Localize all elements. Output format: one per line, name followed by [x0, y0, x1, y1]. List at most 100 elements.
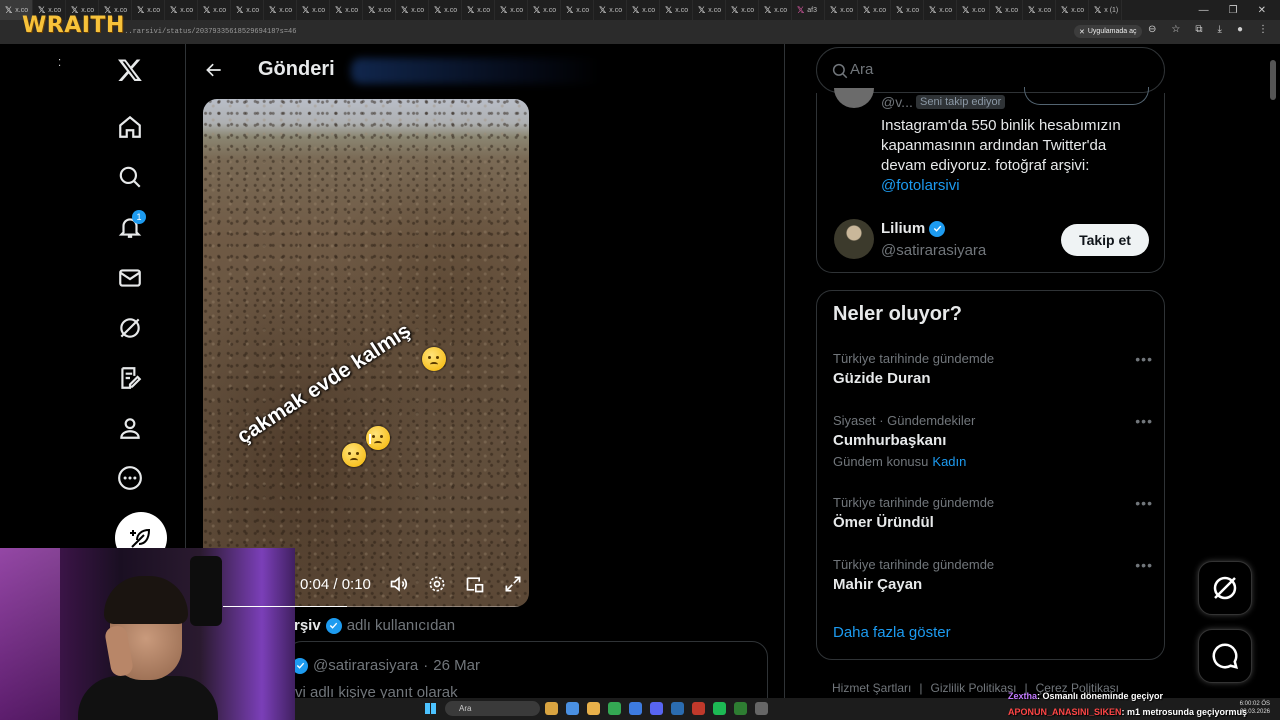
browser-tab[interactable]: 𝕏x.co — [1023, 0, 1056, 20]
browser-tab[interactable]: 𝕏af3 — [792, 0, 825, 20]
browser-tab[interactable]: 𝕏x.co — [132, 0, 165, 20]
browser-tab[interactable]: 𝕏x.co — [561, 0, 594, 20]
trend-item[interactable]: Türkiye tarihinde gündemde Ömer Üründül … — [833, 495, 1153, 531]
taskbar-app-icon[interactable] — [755, 702, 768, 715]
taskbar-app-icon[interactable] — [734, 702, 747, 715]
browser-tab[interactable]: 𝕏x.co — [726, 0, 759, 20]
restore-icon[interactable]: ❐ — [1229, 5, 1238, 16]
bookmark-star-icon[interactable]: ☆ — [1171, 24, 1180, 35]
browser-tab[interactable]: 𝕏x.co — [165, 0, 198, 20]
browser-tab[interactable]: 𝕏x.co — [264, 0, 297, 20]
open-in-app-button[interactable]: ✕ Uygulamada aç — [1074, 25, 1142, 38]
browser-tab[interactable]: 𝕏x.co — [660, 0, 693, 20]
zoom-icon[interactable]: ⊖ — [1148, 24, 1156, 35]
browser-tab[interactable]: 𝕏x.co — [594, 0, 627, 20]
browser-tab[interactable]: 𝕏x.co — [924, 0, 957, 20]
video-player[interactable]: çakmak evde kalmış — [203, 99, 529, 607]
footer-link[interactable]: Hizmet Şartları — [832, 681, 911, 695]
search-icon[interactable] — [117, 164, 143, 190]
mail-icon[interactable] — [117, 265, 143, 291]
menu-icon[interactable]: ⋮ — [1258, 24, 1268, 35]
browser-tab[interactable]: 𝕏x.co — [759, 0, 792, 20]
minimize-icon[interactable]: — — [1199, 5, 1209, 16]
home-icon[interactable] — [117, 114, 143, 140]
browser-tab[interactable]: 𝕏x.co — [1056, 0, 1089, 20]
tab-favicon-icon: 𝕏 — [170, 4, 178, 15]
close-window-icon[interactable]: ✕ — [1258, 5, 1266, 16]
more-options-icon[interactable]: ••• — [1135, 495, 1153, 511]
taskbar-search[interactable]: Ara — [445, 701, 540, 716]
video-progress-bar[interactable] — [223, 606, 529, 607]
taskbar-app-icon[interactable] — [566, 702, 579, 715]
tab-label: x.co — [675, 6, 689, 14]
tab-favicon-icon: 𝕏 — [368, 4, 376, 15]
more-options-icon[interactable]: ••• — [1135, 413, 1153, 429]
footer-link[interactable]: Gizlilik Politikası — [930, 681, 1016, 695]
browser-tab[interactable]: 𝕏x.co — [990, 0, 1023, 20]
follow-button[interactable]: Takip et — [1061, 224, 1149, 256]
more-options-icon[interactable]: ••• — [1135, 351, 1153, 367]
fullscreen-icon[interactable] — [503, 574, 523, 594]
browser-tab[interactable]: 𝕏x.co — [891, 0, 924, 20]
browser-tab[interactable]: 𝕏x.co — [528, 0, 561, 20]
messages-floating-button[interactable] — [1198, 629, 1252, 683]
taskbar-app-icon[interactable] — [587, 702, 600, 715]
browser-tab[interactable]: 𝕏x.co — [495, 0, 528, 20]
spotify-icon[interactable] — [713, 702, 726, 715]
download-icon[interactable]: ⤓ — [1218, 24, 1222, 35]
bio-link[interactable]: @fotolarsivi — [881, 177, 960, 194]
chrome-icon[interactable] — [608, 702, 621, 715]
extensions-icon[interactable]: ⧉ — [1195, 24, 1202, 35]
suggested-account-handle[interactable]: @satirarasiyara — [881, 242, 986, 259]
account-handle[interactable]: @v... — [881, 94, 913, 110]
browser-tab[interactable]: 𝕏x.co — [462, 0, 495, 20]
post-byline: rşiv adlı kullanıcıdan — [294, 617, 455, 634]
grok-floating-button[interactable] — [1198, 561, 1252, 615]
volume-icon[interactable] — [389, 574, 409, 594]
close-small-icon[interactable]: ✕ — [1079, 28, 1085, 36]
browser-tab[interactable]: 𝕏x.co — [825, 0, 858, 20]
taskbar-app-icon[interactable] — [692, 702, 705, 715]
picture-in-picture-icon[interactable] — [465, 574, 485, 594]
back-arrow-icon[interactable] — [204, 60, 224, 80]
settings-gear-icon[interactable] — [427, 574, 447, 594]
avatar[interactable] — [834, 88, 874, 108]
more-icon[interactable] — [117, 465, 143, 491]
show-more-link[interactable]: Daha fazla göster — [833, 624, 951, 641]
taskbar-app-icon[interactable] — [671, 702, 684, 715]
browser-tab[interactable]: 𝕏x.co — [363, 0, 396, 20]
compose-list-icon[interactable] — [117, 365, 143, 391]
avatar[interactable] — [834, 219, 874, 259]
browser-tab[interactable]: 𝕏x.co — [330, 0, 363, 20]
browser-tab[interactable]: 𝕏x.co — [231, 0, 264, 20]
author-name[interactable]: rşiv — [294, 617, 321, 634]
trend-extra-link[interactable]: Kadın — [932, 454, 966, 469]
profile-icon[interactable] — [117, 415, 143, 441]
taskbar-app-icon[interactable] — [629, 702, 642, 715]
browser-tab[interactable]: 𝕏x.co — [858, 0, 891, 20]
quoted-handle[interactable]: @satirarasiyara — [313, 657, 418, 674]
scrollbar[interactable] — [1270, 60, 1276, 100]
browser-tab[interactable]: 𝕏x.co — [693, 0, 726, 20]
profile-avatar-icon[interactable]: ● — [1237, 24, 1243, 35]
browser-tab[interactable]: 𝕏x.co — [429, 0, 462, 20]
grok-icon[interactable] — [117, 315, 143, 341]
browser-tab[interactable]: 𝕏x.co — [396, 0, 429, 20]
suggested-account-name[interactable]: Lilium — [881, 220, 925, 237]
trend-item[interactable]: Türkiye tarihinde gündemde Mahir Çayan •… — [833, 557, 1153, 593]
trend-item[interactable]: Türkiye tarihinde gündemde Güzide Duran … — [833, 351, 1153, 387]
follow-button-edge[interactable] — [1024, 87, 1149, 105]
discord-icon[interactable] — [650, 702, 663, 715]
x-logo-icon[interactable] — [117, 57, 143, 83]
browser-tab[interactable]: 𝕏x.co — [627, 0, 660, 20]
taskbar-app-icon[interactable] — [545, 702, 558, 715]
search-placeholder[interactable]: Ara — [850, 61, 873, 78]
trend-item[interactable]: Siyaset · Gündemdekiler Cumhurbaşkanı Gü… — [833, 413, 1153, 469]
more-options-icon[interactable]: ••• — [1135, 557, 1153, 573]
browser-tab[interactable]: 𝕏x (1) — [1089, 0, 1122, 20]
url-text[interactable]: ...rarsivi/status/2037933561852969418?s=… — [120, 28, 296, 36]
browser-tab[interactable]: 𝕏x.co — [297, 0, 330, 20]
browser-tab[interactable]: 𝕏x.co — [957, 0, 990, 20]
windows-start-icon[interactable] — [425, 703, 436, 714]
browser-tab[interactable]: 𝕏x.co — [198, 0, 231, 20]
